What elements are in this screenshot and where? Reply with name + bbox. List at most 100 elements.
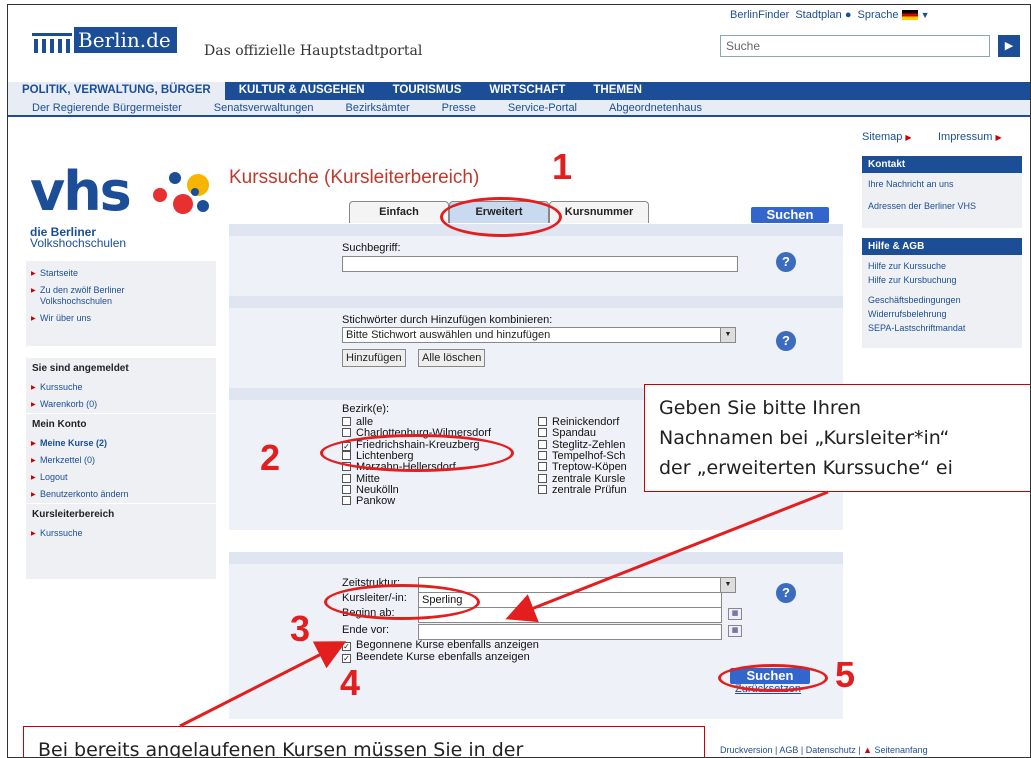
subnav-service-portal[interactable]: Service-Portal bbox=[484, 100, 585, 115]
sub-navigation: Der Regierende Bürgermeister Senatsverwa… bbox=[8, 100, 1030, 117]
hilfe-widerrufsbelehrung[interactable]: Widerrufsbelehrung bbox=[862, 307, 1022, 321]
bezirk-label: Steglitz-Zehlen bbox=[552, 438, 626, 451]
main-navigation: POLITIK, VERWALTUNG, BÜRGER KULTUR & AUS… bbox=[8, 82, 1030, 100]
annotation-ring-suchen bbox=[718, 664, 828, 692]
stichwort-label: Stichwörter durch Hinzufügen kombinieren… bbox=[342, 314, 553, 326]
footer-druckversion[interactable]: Druckversion bbox=[720, 745, 773, 755]
annotation-ring-bezirk bbox=[320, 434, 514, 472]
kursleiter-header: Kursleiterbereich bbox=[26, 503, 216, 525]
nav-themen[interactable]: THEMEN bbox=[579, 82, 656, 100]
nav-politik[interactable]: POLITIK, VERWALTUNG, BÜRGER bbox=[8, 82, 225, 100]
bezirk-label: alle bbox=[356, 416, 374, 428]
help-icon-suchbegriff[interactable]: ? bbox=[776, 252, 796, 272]
tab-kursnummer[interactable]: Kursnummer bbox=[549, 201, 649, 223]
arrow-right-icon: ▶ bbox=[905, 133, 912, 142]
alle-loeschen-button[interactable]: Alle löschen bbox=[418, 349, 486, 367]
top-link-berlinfinder[interactable]: BerlinFinder bbox=[730, 9, 789, 21]
subnav-senatsverwaltungen[interactable]: Senatsverwaltungen bbox=[190, 100, 322, 115]
form-band-2 bbox=[229, 296, 843, 308]
annotation-number-5: 5 bbox=[835, 654, 856, 695]
page-title: Kurssuche (Kursleiterbereich) bbox=[229, 167, 480, 188]
annotation-ring-erweitert bbox=[440, 197, 562, 237]
hinzufuegen-button[interactable]: Hinzufügen bbox=[342, 349, 406, 367]
hilfe-kursbuchung[interactable]: Hilfe zur Kursbuchung bbox=[862, 273, 1022, 287]
site-search-input[interactable]: Suche bbox=[720, 35, 990, 57]
bezirk-label: Tempelhof-Sch bbox=[552, 449, 626, 462]
impressum-link[interactable]: Impressum ▶ bbox=[938, 131, 1002, 143]
bezirk-label: Mitte bbox=[356, 472, 380, 485]
calendar-icon-ende[interactable]: ▦ bbox=[728, 625, 742, 637]
hilfe-kurssuche[interactable]: Hilfe zur Kurssuche bbox=[862, 255, 1022, 273]
left-nav-kursleiter-kurssuche[interactable]: Kurssuche bbox=[26, 525, 216, 542]
site-header: Berlin.de Das offizielle Hauptstadtporta… bbox=[8, 5, 1030, 82]
ende-input[interactable] bbox=[418, 624, 722, 640]
bezirk-checkbox[interactable]: Pankow bbox=[342, 496, 395, 507]
left-nav-kurssuche[interactable]: Kurssuche bbox=[26, 379, 216, 396]
left-nav-startseite[interactable]: Startseite bbox=[26, 265, 216, 282]
footer-links: Druckversion | AGB | Datenschutz | ▲ Sei… bbox=[720, 745, 928, 755]
search-submit-button[interactable]: ▶ bbox=[998, 35, 1020, 57]
annotation-number-1: 1 bbox=[552, 146, 573, 187]
callout-kursleiter: Geben Sie bitte Ihren Nachnamen bei „Kur… bbox=[644, 384, 1030, 492]
subnav-bezirksaemter[interactable]: Bezirksämter bbox=[321, 100, 417, 115]
logged-in-header: Sie sind angemeldet bbox=[26, 357, 216, 379]
footer-agb[interactable]: AGB bbox=[779, 745, 798, 755]
berlin-logo-text: Berlin.de bbox=[74, 27, 177, 53]
left-nav-merkzettel[interactable]: Merkzettel (0) bbox=[26, 452, 216, 469]
vhs-subtitle-line2: Volkshochschulen bbox=[30, 236, 127, 250]
bezirk-checkbox[interactable]: zentrale Prüfun bbox=[538, 484, 627, 496]
nav-wirtschaft[interactable]: WIRTSCHAFT bbox=[475, 82, 579, 100]
checkbox-icon bbox=[538, 473, 547, 483]
nav-kultur[interactable]: KULTUR & AUSGEHEN bbox=[225, 82, 379, 100]
beendete-label: Beendete Kurse ebenfalls anzeigen bbox=[356, 651, 530, 663]
vhs-logo[interactable]: vhs bbox=[30, 165, 132, 219]
search-button-top[interactable]: Suchen bbox=[751, 207, 829, 223]
left-nav-meine-kurse[interactable]: Meine Kurse (2) bbox=[26, 435, 216, 452]
berlin-logo[interactable]: Berlin.de bbox=[32, 27, 177, 53]
screenshot-frame: Berlin.de Das offizielle Hauptstadtporta… bbox=[7, 4, 1031, 758]
checkbox-icon bbox=[538, 462, 547, 472]
calendar-icon-beginn[interactable]: ▦ bbox=[728, 608, 742, 620]
sitemap-link[interactable]: Sitemap ▶ bbox=[862, 131, 912, 143]
site-tagline: Das offizielle Hauptstadtportal bbox=[204, 43, 423, 59]
arrow-right-icon: ▶ bbox=[995, 133, 1002, 142]
checkbox-icon bbox=[342, 484, 351, 494]
left-nav-wir-ueber-uns[interactable]: Wir über uns bbox=[26, 310, 216, 327]
begonnene-checkbox[interactable]: ✓ Begonnene Kurse ebenfalls anzeigen bbox=[342, 640, 539, 651]
bezirk-label: Neukölln bbox=[356, 483, 399, 496]
top-link-sprache[interactable]: Sprache ▼ bbox=[858, 9, 930, 21]
left-nav-warenkorb[interactable]: Warenkorb (0) bbox=[26, 396, 216, 413]
callout-bottom-line: Bei bereits angelaufenen Kursen müssen S… bbox=[38, 739, 524, 758]
bezirk-label: Pankow bbox=[356, 495, 396, 508]
hilfe-geschaeftsbedingungen[interactable]: Geschäftsbedingungen bbox=[862, 287, 1022, 307]
left-nav-logout[interactable]: Logout bbox=[26, 469, 216, 486]
kontakt-adressen[interactable]: Adressen der Berliner VHS bbox=[862, 191, 1022, 213]
footer-seitenanfang[interactable]: Seitenanfang bbox=[875, 745, 928, 755]
callout-angelaufene-kurse: Bei bereits angelaufenen Kursen müssen S… bbox=[23, 726, 705, 758]
hilfe-sepa[interactable]: SEPA-Lastschriftmandat bbox=[862, 321, 1022, 335]
hilfe-header: Hilfe & AGB bbox=[862, 238, 1022, 255]
kontakt-nachricht[interactable]: Ihre Nachricht an uns bbox=[862, 173, 1022, 191]
bezirk-label: Bezirk(e): bbox=[342, 403, 390, 415]
top-link-stadtplan[interactable]: Stadtplan ● bbox=[795, 9, 851, 21]
left-nav-volkshochschulen[interactable]: Zu den zwölf Berliner Volkshochschulen bbox=[26, 282, 176, 310]
subnav-abgeordnetenhaus[interactable]: Abgeordnetenhaus bbox=[585, 100, 710, 115]
left-nav-benutzerkonto[interactable]: Benutzerkonto ändern bbox=[26, 486, 216, 503]
stichwort-select[interactable]: Bitte Stichwort auswählen und hinzufügen bbox=[342, 327, 736, 343]
beendete-checkbox[interactable]: ✓ Beendete Kurse ebenfalls anzeigen bbox=[342, 652, 530, 663]
zeitstruktur-select[interactable] bbox=[418, 577, 736, 593]
kontakt-header: Kontakt bbox=[862, 156, 1022, 173]
kontakt-box: Kontakt Ihre Nachricht an uns Adressen d… bbox=[862, 156, 1022, 228]
tab-einfach[interactable]: Einfach bbox=[349, 201, 449, 223]
checkbox-icon bbox=[538, 484, 547, 494]
subnav-presse[interactable]: Presse bbox=[418, 100, 484, 115]
help-icon-stichwort[interactable]: ? bbox=[776, 331, 796, 351]
form-band-4 bbox=[229, 552, 843, 564]
help-icon-filter[interactable]: ? bbox=[776, 583, 796, 603]
checkbox-icon bbox=[538, 428, 547, 438]
footer-datenschutz[interactable]: Datenschutz bbox=[806, 745, 856, 755]
subnav-buergermeister[interactable]: Der Regierende Bürgermeister bbox=[8, 100, 190, 115]
nav-tourismus[interactable]: TOURISMUS bbox=[379, 82, 476, 100]
suchbegriff-input[interactable] bbox=[342, 256, 738, 272]
play-arrow-icon: ▶ bbox=[1004, 40, 1014, 52]
